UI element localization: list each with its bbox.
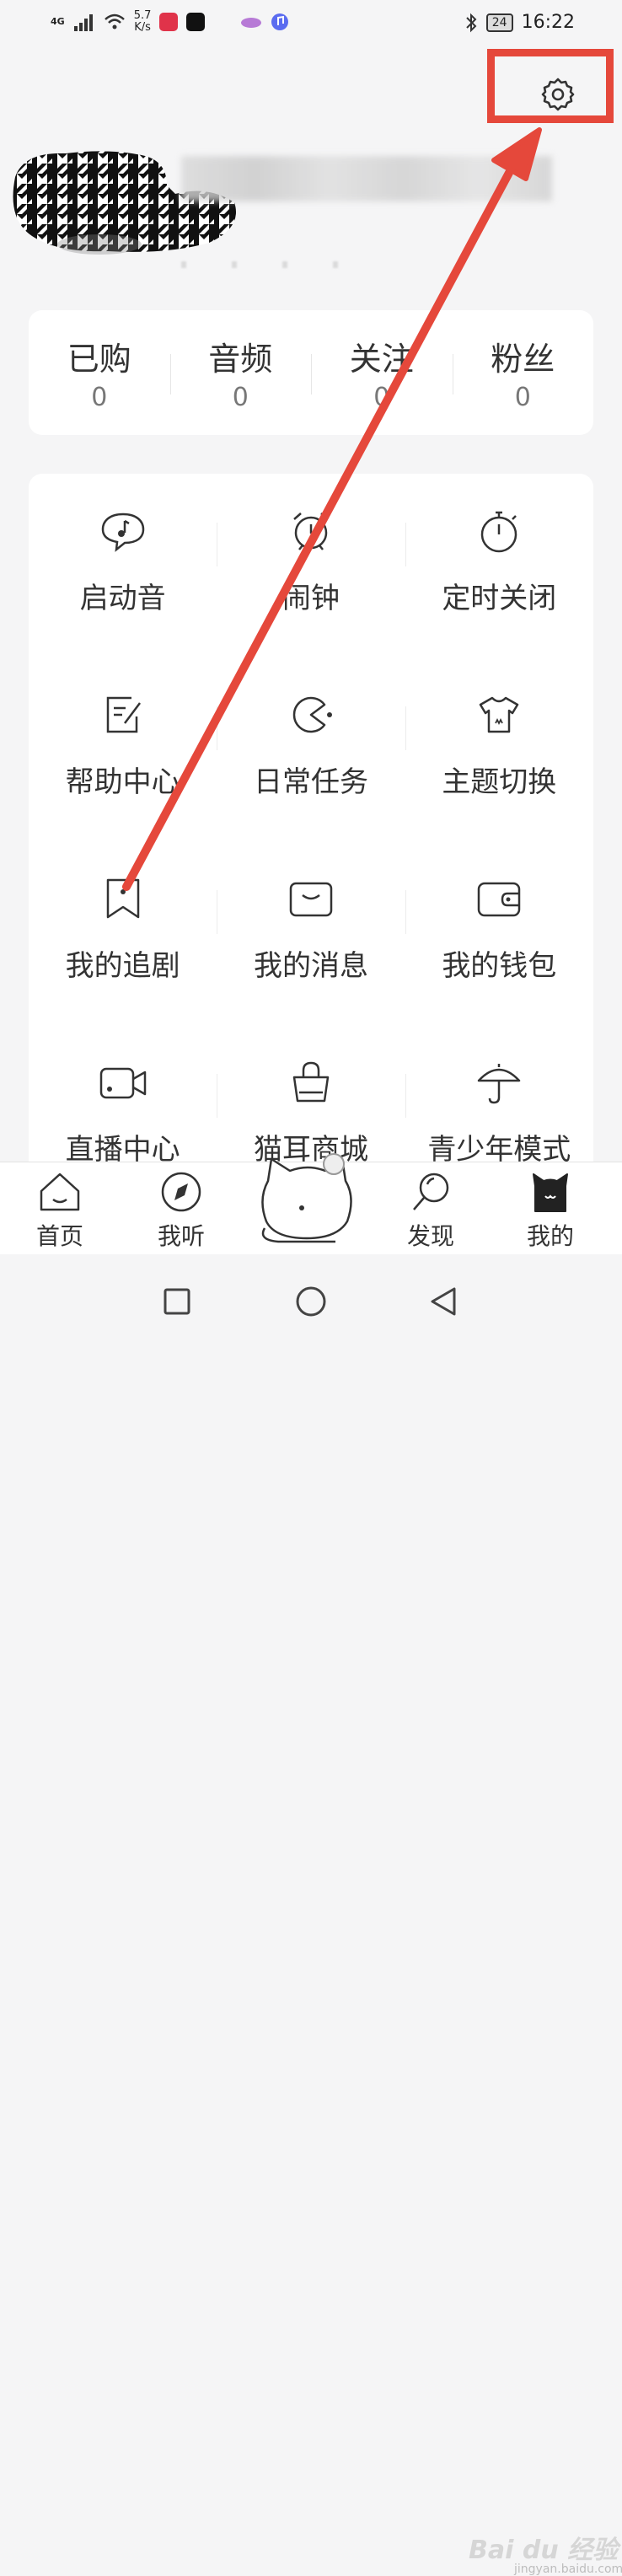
stat-audio[interactable]: 音频 0 — [169, 310, 312, 435]
cloud-app-icon — [241, 18, 262, 28]
stat-value: 0 — [91, 383, 108, 412]
nav-label: 我听 — [157, 1222, 205, 1250]
back-button[interactable] — [420, 1278, 467, 1325]
stopwatch-icon — [474, 506, 524, 556]
stat-label: 音频 — [208, 341, 273, 378]
pacman-icon — [286, 690, 336, 740]
menu-label: 日常任务 — [253, 765, 368, 799]
clock: 16:22 — [521, 12, 575, 33]
recents-button[interactable] — [153, 1278, 201, 1325]
status-right: 24 16:22 — [464, 12, 575, 33]
gear-icon — [541, 78, 575, 111]
menu-label: 定时关闭 — [442, 582, 557, 615]
menu-item-my-wallet[interactable]: 我的钱包 — [405, 873, 593, 1057]
nav-home[interactable]: 首页 — [13, 1171, 106, 1252]
battery-indicator: 24 — [485, 13, 513, 32]
bluetooth-icon — [466, 13, 477, 32]
speed-value: 5.7 — [133, 9, 152, 22]
menu-label: 我的消息 — [253, 949, 368, 983]
stat-value: 0 — [514, 383, 531, 412]
home-button[interactable] — [287, 1278, 335, 1325]
menu-item-daily-tasks[interactable]: 日常任务 — [217, 690, 405, 873]
tshirt-icon — [474, 690, 524, 740]
menu-item-theme-switch[interactable]: 主题切换 — [405, 690, 593, 873]
stats-card: 已购 0 音频 0 关注 0 粉丝 0 — [29, 310, 593, 435]
stat-value: 0 — [232, 383, 249, 412]
cat-ghost-icon — [533, 1173, 568, 1212]
nav-label: 发现 — [406, 1222, 454, 1250]
menu-label: 帮助中心 — [65, 765, 180, 799]
bottom-nav: 首页 我听 发现 我的 — [0, 1153, 622, 1255]
nav-label: 首页 — [35, 1222, 83, 1250]
envelope-icon — [286, 873, 336, 924]
video-camera-icon — [98, 1057, 148, 1108]
menu-label: 我的钱包 — [442, 949, 557, 983]
home-icon — [40, 1173, 80, 1211]
alarm-clock-icon — [286, 506, 336, 556]
username-blurred — [181, 156, 552, 201]
signal-icon — [73, 14, 93, 31]
menu-card: 启动音 闹钟 定时关闭 帮助中心 日常任务 主题切换 我的追剧 我的消息 我的钱… — [29, 474, 593, 1232]
reader-app-icon — [159, 13, 179, 31]
menu-label: 我的追剧 — [65, 949, 180, 983]
umbrella-icon — [474, 1057, 524, 1108]
stat-label: 粉丝 — [491, 341, 555, 378]
nav-mine[interactable]: 我的 — [504, 1171, 597, 1252]
speech-bubble-music-icon — [98, 506, 148, 556]
status-bar: 4G 5.7 K/s 24 16:22 — [0, 0, 622, 47]
watermark: Bai du 经验 — [469, 2536, 619, 2565]
user-info-blurred — [181, 261, 367, 268]
menu-item-my-messages[interactable]: 我的消息 — [217, 873, 405, 1057]
network-type: 4G — [51, 16, 65, 27]
menu-item-alarm[interactable]: 闹钟 — [217, 506, 405, 690]
shopping-bag-icon — [286, 1057, 336, 1108]
menu-grid: 启动音 闹钟 定时关闭 帮助中心 日常任务 主题切换 我的追剧 我的消息 我的钱… — [29, 506, 593, 1232]
wallet-icon — [474, 873, 524, 924]
circle-icon — [296, 1286, 326, 1317]
menu-item-help-center[interactable]: 帮助中心 — [29, 690, 217, 873]
nav-label: 我的 — [526, 1222, 574, 1250]
menu-item-my-shows[interactable]: 我的追剧 — [29, 873, 217, 1057]
stat-following[interactable]: 关注 0 — [311, 310, 453, 435]
wifi-icon — [104, 13, 125, 30]
status-left: 4G 5.7 K/s — [51, 10, 289, 34]
stat-label: 已购 — [67, 341, 131, 378]
nav-discover[interactable]: 发现 — [384, 1171, 477, 1252]
menu-label: 启动音 — [79, 582, 166, 615]
network-speed: 5.7 K/s — [134, 10, 152, 34]
menu-item-boot-sound[interactable]: 启动音 — [29, 506, 217, 690]
settings-button[interactable] — [531, 67, 585, 121]
cat-mascot-icon — [261, 1153, 352, 1243]
tiktok-app-icon — [186, 13, 206, 31]
nav-listen[interactable]: 我听 — [135, 1171, 228, 1252]
center-cat-button[interactable] — [253, 1147, 362, 1248]
stat-value: 0 — [373, 383, 390, 412]
triangle-back-icon — [431, 1287, 456, 1316]
note-edit-icon — [98, 690, 148, 740]
system-nav-bar: Bai du 经验 jingyan.baidu.com — [0, 1254, 622, 2576]
compass-icon — [161, 1172, 201, 1212]
menu-label: 主题切换 — [442, 765, 557, 799]
stat-purchased[interactable]: 已购 0 — [29, 310, 170, 435]
speed-unit: K/s — [134, 21, 151, 34]
stat-fans[interactable]: 粉丝 0 — [452, 310, 594, 435]
watermark-url: jingyan.baidu.com — [514, 2563, 622, 2576]
magnifier-icon — [413, 1173, 449, 1210]
music-app-icon — [271, 13, 289, 30]
stat-label: 关注 — [349, 341, 414, 378]
bookmark-icon — [98, 873, 148, 924]
menu-label: 闹钟 — [282, 582, 340, 615]
menu-item-sleep-timer[interactable]: 定时关闭 — [405, 506, 593, 690]
square-icon — [164, 1288, 190, 1315]
